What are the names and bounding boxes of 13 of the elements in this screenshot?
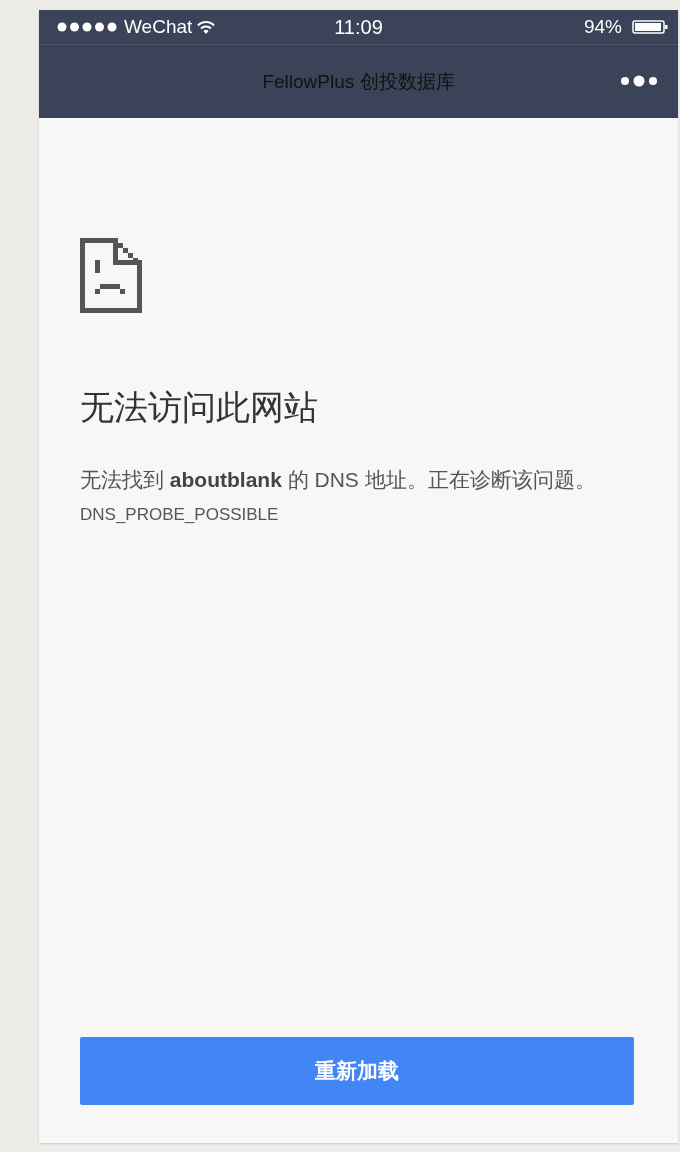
error-message: 无法找到 aboutblank 的 DNS 地址。正在诊断该问题。 (80, 467, 597, 493)
more-icon[interactable] (620, 75, 658, 87)
battery-icon (632, 20, 668, 34)
error-title: 无法访问此网站 (80, 387, 319, 428)
wifi-icon (197, 20, 216, 34)
nav-title: FellowPlus 创投数据库 (262, 69, 455, 94)
error-code: DNS_PROBE_POSSIBLE (80, 505, 280, 525)
carrier-name: WeChat (124, 16, 193, 38)
sad-page-icon (80, 238, 142, 313)
reload-button[interactable]: 重新加载 (80, 1037, 634, 1105)
battery-percent: 94% (583, 16, 622, 38)
signal-icon (57, 22, 119, 32)
status-time: 11:09 (334, 15, 383, 39)
